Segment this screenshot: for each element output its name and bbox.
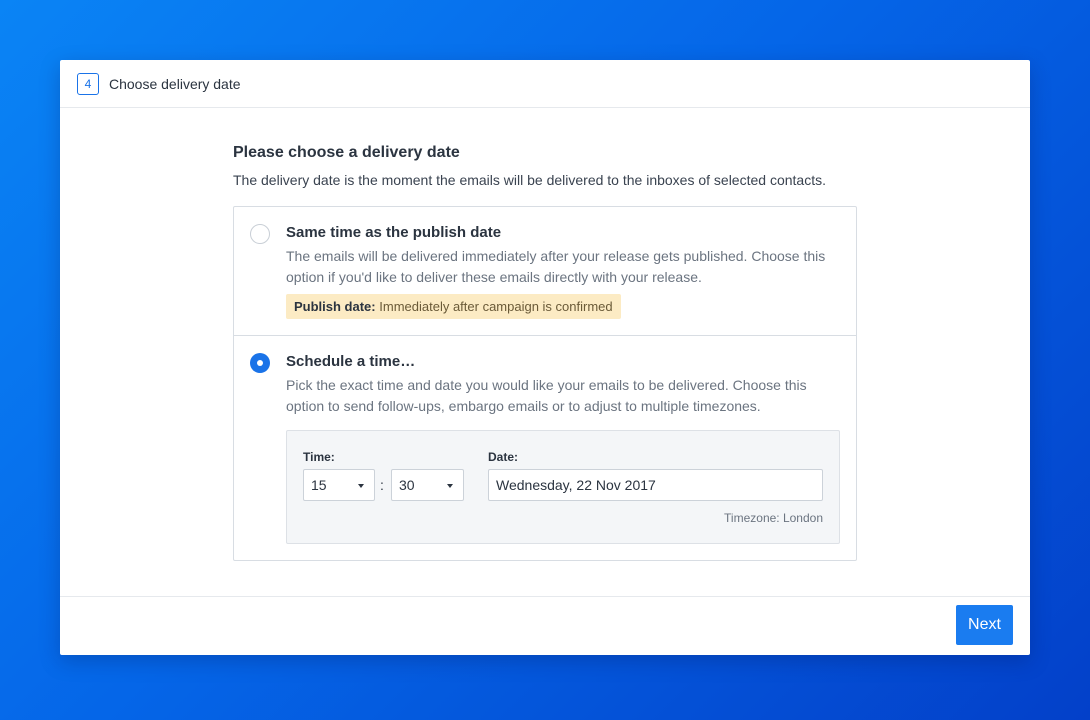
option-description: The emails will be delivered immediately…	[286, 248, 826, 285]
option-same-as-publish[interactable]: Same time as the publish date The emails…	[234, 207, 856, 335]
radio-schedule-time[interactable]	[250, 353, 270, 373]
step-number-badge: 4	[77, 72, 99, 95]
section-title: Please choose a delivery date	[233, 144, 460, 161]
minute-caret-icon	[447, 484, 453, 488]
delivery-date-card: 4 Choose delivery date Please choose a d…	[60, 60, 1030, 655]
minute-value: 30	[399, 477, 415, 493]
card-footer: Next	[60, 596, 1030, 655]
hour-select[interactable]: 15	[303, 469, 375, 501]
publish-date-value: Immediately after campaign is confirmed	[379, 299, 613, 314]
publish-date-label: Publish date:	[294, 299, 376, 314]
section-description: The delivery date is the moment the emai…	[233, 172, 826, 188]
time-label: Time:	[303, 450, 335, 464]
delivery-content: Please choose a delivery date The delive…	[233, 143, 857, 561]
minute-select[interactable]: 30	[391, 469, 464, 501]
date-label: Date:	[488, 450, 519, 464]
hour-value: 15	[311, 477, 327, 493]
option-schedule-time[interactable]: Schedule a time… Pick the exact time and…	[234, 335, 856, 560]
delivery-options: Same time as the publish date The emails…	[233, 206, 857, 561]
next-button[interactable]: Next	[956, 605, 1013, 645]
date-input[interactable]	[488, 469, 823, 501]
radio-same-as-publish[interactable]	[250, 224, 270, 244]
step-title: Choose delivery date	[109, 75, 241, 92]
timezone-text: Timezone: London	[724, 511, 823, 525]
time-separator: :	[380, 477, 384, 493]
option-description: Pick the exact time and date you would l…	[286, 377, 807, 414]
step-header: 4 Choose delivery date	[60, 60, 1030, 108]
option-title: Same time as the publish date	[286, 224, 502, 241]
option-title: Schedule a time…	[286, 353, 416, 370]
hour-caret-icon	[358, 484, 364, 488]
schedule-panel: Time: 15 : 30 Date: Timezone: London	[286, 430, 840, 544]
publish-date-badge: Publish date: Immediately after campaign…	[286, 294, 621, 319]
